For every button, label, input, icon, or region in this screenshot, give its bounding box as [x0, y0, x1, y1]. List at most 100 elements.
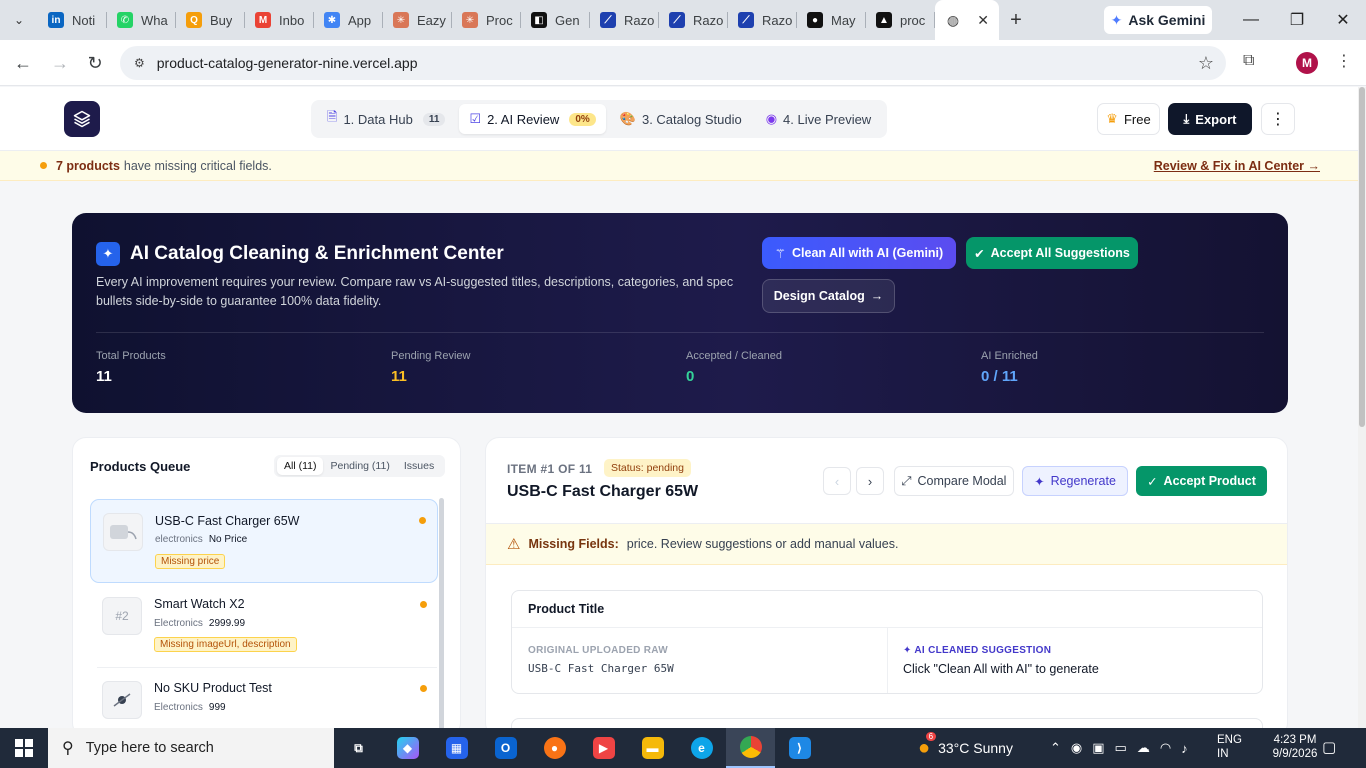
check-icon: ✓: [1147, 474, 1158, 489]
wifi-icon[interactable]: ◠: [1160, 740, 1171, 756]
next-item-button[interactable]: ›: [856, 467, 884, 495]
step-label: 1. Data Hub: [343, 111, 413, 127]
chevron-up-icon[interactable]: ⌃: [1050, 740, 1061, 756]
pending-dot-icon: [419, 517, 426, 524]
filter-pending[interactable]: Pending (11): [323, 457, 396, 475]
page-scrollbar[interactable]: [1358, 87, 1366, 728]
store-icon[interactable]: ▦: [432, 728, 481, 768]
outlook-icon[interactable]: O: [481, 728, 530, 768]
queue-item[interactable]: #2 Smart Watch X2 Electronics 2999.99 Mis…: [90, 586, 438, 666]
bookmark-star-icon[interactable]: ☆: [1198, 53, 1214, 74]
product-name: Smart Watch X2: [154, 597, 245, 611]
back-icon[interactable]: ←: [11, 51, 35, 75]
step-ai-review[interactable]: ☑ 2. AI Review 0%: [459, 104, 606, 134]
vscode-icon[interactable]: ⟩: [775, 728, 824, 768]
windows-taskbar: ⚲ Type here to search ⧉ ◆ ▦ O ● ▶ ▬ e ⟩ …: [0, 728, 1366, 768]
omnibox[interactable]: ⚙ product-catalog-generator-nine.vercel.…: [120, 46, 1226, 80]
scrollbar-thumb[interactable]: [1359, 87, 1365, 427]
app-logo[interactable]: [64, 101, 100, 137]
filter-all[interactable]: All (11): [277, 457, 324, 475]
app-header: 🗎 1. Data Hub 11 ☑ 2. AI Review 0% 🎨 3. …: [0, 87, 1358, 151]
regenerate-label: Regenerate: [1050, 474, 1116, 488]
lang-primary: ENG: [1217, 734, 1242, 746]
tab-search-icon[interactable]: ⌄: [0, 0, 38, 40]
step-label: 2. AI Review: [487, 111, 560, 127]
cloud-icon[interactable]: ☁: [1137, 740, 1150, 756]
browser-tab[interactable]: ▲ proc: [866, 0, 935, 40]
url-text[interactable]: product-catalog-generator-nine.vercel.ap…: [157, 55, 418, 71]
windows-start-icon[interactable]: [0, 728, 48, 768]
compare-modal-button[interactable]: ⤢ Compare Modal: [894, 466, 1014, 496]
browser-menu-icon[interactable]: ⋮: [1336, 51, 1352, 71]
chrome-icon[interactable]: [726, 728, 775, 768]
browser-tab[interactable]: ⟋ Razo: [590, 0, 659, 40]
product-category: Electronics: [154, 618, 203, 629]
review-fix-link[interactable]: Review & Fix in AI Center →: [1154, 159, 1320, 173]
edge-icon[interactable]: e: [677, 728, 726, 768]
browser-tab[interactable]: ✱ App: [314, 0, 383, 40]
free-plan-button[interactable]: ♛ Free: [1097, 103, 1160, 135]
clock[interactable]: 4:23 PM 9/9/2026: [1270, 733, 1320, 761]
browser-tab[interactable]: M Inbo: [245, 0, 314, 40]
notification-icon[interactable]: ▢: [1322, 738, 1336, 756]
close-tab-icon[interactable]: ✕: [977, 12, 989, 29]
youtube-icon[interactable]: ▶: [579, 728, 628, 768]
queue-item[interactable]: No SKU Product Test Electronics 999: [90, 670, 438, 736]
product-title: USB-C Fast Charger 65W: [507, 483, 699, 500]
more-options-button[interactable]: ⋮: [1261, 103, 1295, 135]
browser-tab[interactable]: ◧ Gen: [521, 0, 590, 40]
profile-avatar[interactable]: M: [1296, 52, 1318, 74]
ask-gemini-button[interactable]: ✦ Ask Gemini: [1104, 6, 1212, 34]
capture-icon[interactable]: ▣: [1092, 740, 1104, 756]
system-tray: ⌃ ◉ ▣ ▭ ☁ ◠ ♪: [1050, 728, 1188, 768]
maximize-icon[interactable]: ❐: [1274, 0, 1320, 40]
stat-label: Accepted / Cleaned: [686, 350, 783, 362]
eye-icon: ◉: [765, 111, 778, 126]
minimize-icon[interactable]: —: [1228, 0, 1274, 40]
regenerate-button[interactable]: ✦ Regenerate: [1022, 466, 1128, 496]
task-view-icon[interactable]: ⧉: [334, 728, 383, 768]
site-info-icon[interactable]: ⚙: [134, 56, 145, 70]
previous-item-button[interactable]: ‹: [823, 467, 851, 495]
copilot-icon[interactable]: ◆: [383, 728, 432, 768]
browser-tab[interactable]: ⟋ Razo: [659, 0, 728, 40]
record-icon[interactable]: ◉: [1071, 740, 1082, 756]
claude-icon: ✳: [462, 12, 478, 28]
browser-tab[interactable]: in Noti: [38, 0, 107, 40]
browser-tab[interactable]: ✆ Wha: [107, 0, 176, 40]
tab-title: Eazy: [417, 12, 446, 28]
language-indicator[interactable]: ENG IN: [1217, 733, 1242, 761]
weather-widget[interactable]: ● 6 33°C Sunny: [918, 728, 1013, 768]
expand-icon: ⤢: [901, 473, 912, 488]
step-data-hub[interactable]: 🗎 1. Data Hub 11: [317, 104, 455, 134]
accept-product-button[interactable]: ✓ Accept Product: [1136, 466, 1267, 496]
queue-divider: [97, 667, 437, 668]
product-category: electronics: [155, 534, 203, 545]
filter-issues[interactable]: Issues: [397, 457, 441, 475]
forward-icon[interactable]: →: [48, 51, 72, 75]
extensions-icon[interactable]: ⧉: [1243, 52, 1254, 70]
taskbar-search-box[interactable]: ⚲ Type here to search: [48, 728, 334, 768]
queue-item[interactable]: USB-C Fast Charger 65W electronics No Pri…: [90, 499, 438, 583]
sparkles-icon: ✦: [1034, 474, 1045, 489]
reload-icon[interactable]: ↻: [83, 51, 107, 75]
browser-tab[interactable]: ✳ Proc: [452, 0, 521, 40]
design-catalog-button[interactable]: Design Catalog →: [762, 279, 895, 313]
queue-scrollbar[interactable]: [439, 498, 444, 736]
browser-tab[interactable]: ✳ Eazy: [383, 0, 452, 40]
step-catalog-studio[interactable]: 🎨 3. Catalog Studio: [610, 104, 752, 134]
close-window-icon[interactable]: ✕: [1320, 0, 1366, 40]
new-tab-button[interactable]: +: [999, 9, 1033, 32]
volume-icon[interactable]: ♪: [1181, 741, 1188, 756]
step-live-preview[interactable]: ◉ 4. Live Preview: [756, 104, 882, 134]
file-explorer-icon[interactable]: ▬: [628, 728, 677, 768]
browser-tab[interactable]: ● May: [797, 0, 866, 40]
browser-tab[interactable]: ⟋ Razo: [728, 0, 797, 40]
export-button[interactable]: ⤓ Export: [1168, 103, 1252, 135]
accept-all-button[interactable]: ✔ Accept All Suggestions: [966, 237, 1138, 269]
clean-all-button[interactable]: ⚚ Clean All with AI (Gemini): [762, 237, 956, 269]
firefox-icon[interactable]: ●: [530, 728, 579, 768]
active-browser-tab[interactable]: ◍ ✕: [935, 0, 999, 40]
battery-icon[interactable]: ▭: [1115, 740, 1127, 756]
browser-tab[interactable]: Q Buy: [176, 0, 245, 40]
